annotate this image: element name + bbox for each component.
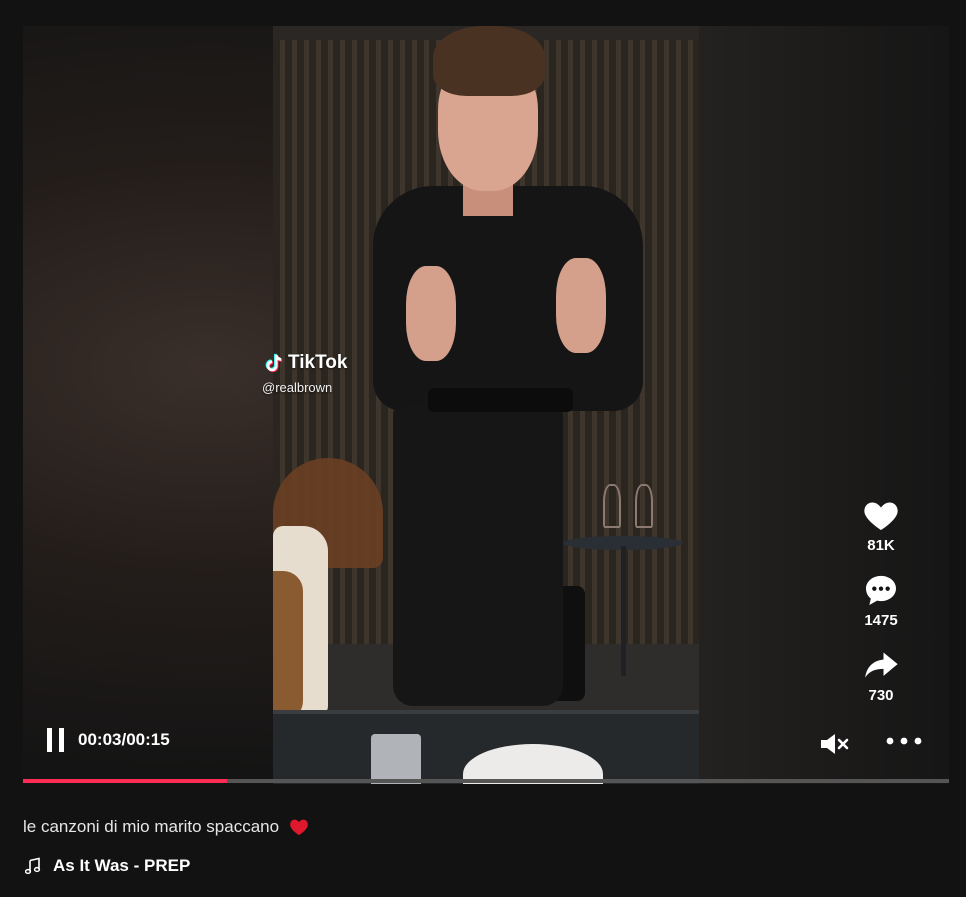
video-player[interactable]: [23, 26, 949, 784]
wine-glass: [603, 484, 621, 528]
person-hand: [556, 258, 606, 353]
caption-text: le canzoni di mio marito spaccano: [23, 817, 280, 836]
progress-bar[interactable]: [23, 779, 949, 783]
heart-icon: [864, 502, 898, 530]
video-caption: le canzoni di mio marito spaccano: [23, 817, 309, 837]
pause-icon: [47, 728, 52, 752]
comment-count: 1475: [864, 612, 898, 629]
plastic-cup: [371, 734, 421, 784]
music-link[interactable]: As It Was - PREP: [25, 856, 190, 876]
progress-fill: [23, 779, 227, 783]
share-count: 730: [868, 687, 894, 704]
music-note-icon: [25, 857, 41, 875]
studded-belt: [428, 388, 573, 412]
like-count: 81K: [867, 537, 895, 554]
tiktok-logo-icon: [265, 353, 283, 373]
share-icon: [865, 652, 898, 678]
music-title: As It Was - PREP: [53, 856, 191, 875]
volume-muted-icon[interactable]: [818, 730, 850, 758]
comment-icon: [866, 575, 896, 605]
like-button[interactable]: 81K: [851, 495, 911, 554]
red-heart-emoji: [290, 819, 308, 836]
share-button[interactable]: 730: [851, 645, 911, 704]
tiktok-watermark: TikTok @realbrown: [262, 352, 347, 395]
blurred-background-right: [699, 26, 949, 784]
watermark-handle: @realbrown: [262, 380, 333, 395]
person-hand: [406, 266, 456, 361]
more-icon[interactable]: [885, 732, 923, 750]
playback-controls: 00:03/00:15: [47, 728, 170, 752]
video-frame[interactable]: [273, 26, 699, 784]
comment-button[interactable]: 1475: [851, 570, 911, 629]
wine-glass: [635, 484, 653, 528]
time-display: 00:03/00:15: [78, 730, 170, 749]
watermark-brand: TikTok: [288, 352, 348, 373]
person-skirt: [393, 406, 563, 706]
chair-arm: [273, 571, 303, 721]
person-hair: [433, 26, 545, 96]
pause-button[interactable]: [47, 728, 64, 752]
